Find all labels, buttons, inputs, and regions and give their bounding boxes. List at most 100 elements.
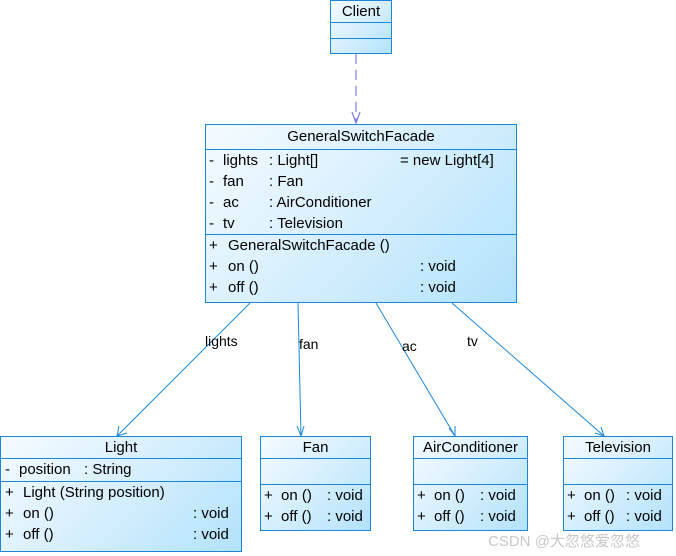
visibility: + [209,279,218,296]
class-light[interactable]: Light - position : String + Light (Strin… [0,436,242,552]
attribute-initial-value: = new Light[4] [400,152,494,169]
visibility: - [209,152,214,169]
visibility: - [209,215,214,232]
visibility: + [209,258,218,275]
attribute-row: - fan : Fan [206,171,516,192]
operation-name: GeneralSwitchFacade () [228,237,390,254]
return-type: : void [626,508,662,525]
visibility: + [264,487,273,504]
return-type: : void [193,505,229,522]
attribute-row: - tv : Television [206,213,516,234]
visibility: - [209,173,214,190]
class-general-switch-facade[interactable]: GeneralSwitchFacade - lights : Light[] =… [205,124,517,303]
attribute-name: lights [223,152,259,169]
return-type: : void [327,508,363,525]
attribute-type: : Television [269,215,343,232]
attribute-type: : AirConditioner [269,194,372,211]
operation-name: off () [584,508,615,525]
attribute-type: : Light[] [269,152,319,169]
operations-section: + GeneralSwitchFacade () + on () : void … [206,235,516,298]
operations-section: + on () : void + off () : void [261,485,370,527]
operation-name: Light (String position) [23,484,165,501]
operation-name: on () [228,258,259,275]
operation-row: + off () : void [261,506,370,527]
return-type: : void [420,258,456,275]
operation-row: + on () : void [1,503,241,524]
attribute-row: - ac : AirConditioner [206,192,516,213]
operations-section: + on () : void + off () : void [564,485,672,527]
operation-row: + on () : void [564,485,672,506]
attribute-name: tv [223,215,235,232]
attribute-type: : String [84,461,132,478]
attribute-name: ac [223,194,239,211]
visibility: + [567,508,576,525]
class-television[interactable]: Television + on () : void + off () : voi… [563,436,673,531]
attribute-name: position [19,461,71,478]
association-label-fan: fan [299,336,319,352]
operation-name: off () [228,279,259,296]
operation-name: on () [434,487,465,504]
visibility: + [264,508,273,525]
operation-name: off () [434,508,465,525]
return-type: : void [420,279,456,296]
class-air-conditioner[interactable]: AirConditioner + on () : void + off () :… [413,436,528,531]
association-label-lights: lights [205,333,238,349]
association-line-fan [297,302,302,437]
class-name: Light [1,437,241,459]
visibility: + [417,508,426,525]
operation-row: + on () : void [206,256,516,277]
association-label-tv: tv [467,333,478,349]
dependency-arrowhead [351,111,361,125]
attribute-row: - lights : Light[] = new Light[4] [206,150,516,171]
attributes-section: - lights : Light[] = new Light[4] - fan … [206,150,516,235]
class-client[interactable]: Client [330,0,392,54]
return-type: : void [327,487,363,504]
visibility: + [5,526,14,543]
visibility: - [5,461,10,478]
operation-row: + GeneralSwitchFacade () [206,235,516,256]
visibility: + [567,487,576,504]
operation-name: off () [281,508,312,525]
operation-name: off () [23,526,54,543]
watermark: CSDN @大忽悠爱忽悠 [488,533,640,550]
operation-row: + on () : void [261,485,370,506]
return-type: : void [626,487,662,504]
class-name: GeneralSwitchFacade [206,125,516,150]
association-line-lights [116,302,251,437]
operation-row: + off () : void [206,277,516,298]
visibility: + [5,484,14,501]
attributes-section [331,23,391,39]
attribute-type: : Fan [269,173,304,190]
operation-row: + off () : void [414,506,527,527]
visibility: + [417,487,426,504]
return-type: : void [480,487,516,504]
operations-section: + on () : void + off () : void [414,485,527,527]
operations-section: + Light (String position) + on () : void… [1,482,241,545]
attribute-name: fan [223,173,244,190]
class-name: Television [564,437,672,459]
return-type: : void [480,508,516,525]
operation-name: on () [281,487,312,504]
operations-section [331,39,391,54]
association-label-ac: ac [402,338,417,354]
operation-row: + on () : void [414,485,527,506]
visibility: + [5,505,14,522]
operation-row: + off () : void [564,506,672,527]
attribute-row: - position : String [1,459,241,481]
class-name: AirConditioner [414,437,527,459]
operation-row: + off () : void [1,524,241,545]
return-type: : void [193,526,229,543]
attributes-section [414,459,527,485]
operation-name: on () [584,487,615,504]
class-name: Fan [261,437,370,459]
association-line-ac [375,302,456,437]
attributes-section [564,459,672,485]
attributes-section: - position : String [1,459,241,482]
visibility: + [209,237,218,254]
class-fan[interactable]: Fan + on () : void + off () : void [260,436,371,531]
association-line-tv [451,302,605,437]
attributes-section [261,459,370,485]
class-name: Client [331,1,391,23]
operation-name: on () [23,505,54,522]
visibility: - [209,194,214,211]
